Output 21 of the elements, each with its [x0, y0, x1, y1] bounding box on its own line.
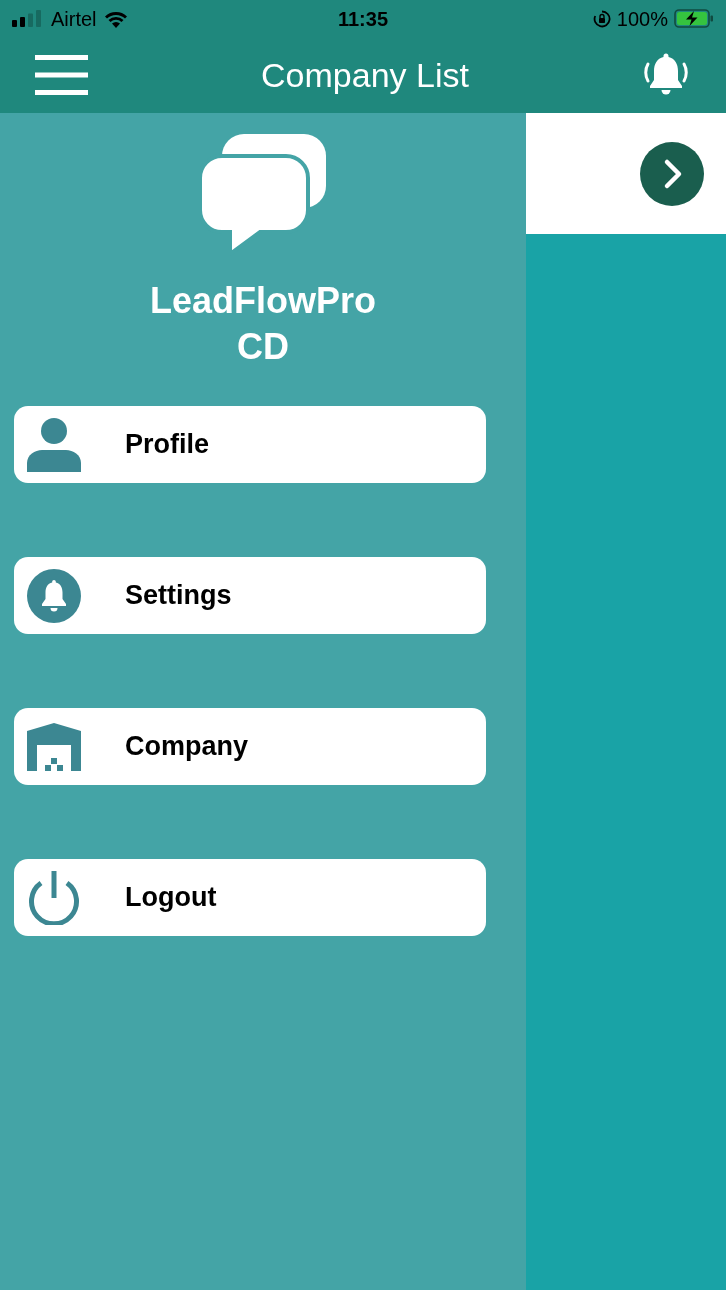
signal-icon	[12, 10, 44, 27]
warehouse-icon	[27, 722, 81, 771]
menu-icon	[35, 55, 88, 95]
battery-percentage: 100%	[616, 8, 668, 29]
open-button[interactable]	[640, 141, 704, 206]
page-title: Company List	[261, 58, 469, 92]
battery-charging-icon	[674, 9, 714, 28]
drawer-menu-item[interactable]: Logout	[14, 859, 486, 936]
wifi-icon	[103, 9, 128, 28]
power-icon	[27, 870, 81, 925]
drawer-menu-item[interactable]: Settings	[14, 557, 486, 634]
menu-button[interactable]	[35, 55, 88, 95]
drawer-menu-item[interactable]: Company	[14, 708, 486, 785]
carrier-name: Airtel	[51, 8, 97, 29]
drawer-menu-item[interactable]: Profile	[14, 406, 486, 483]
status-time: 11:35	[337, 8, 389, 29]
chevron-right-icon	[640, 141, 704, 206]
app-name: LeadFlowPro CD	[149, 279, 377, 369]
rotation-lock-icon	[592, 9, 611, 28]
bell-icon	[27, 568, 81, 623]
person-icon	[27, 417, 81, 472]
